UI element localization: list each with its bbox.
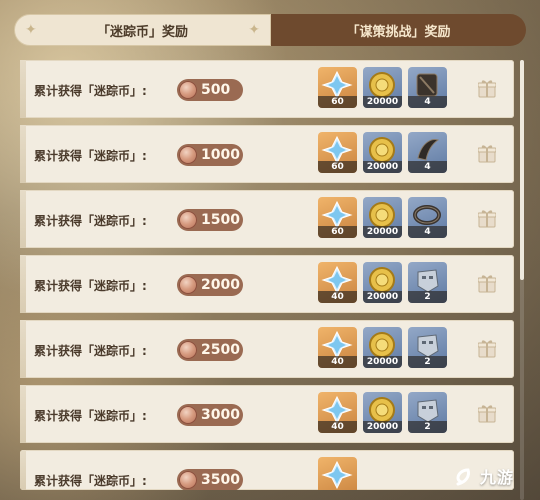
row-label: 累计获得「迷踪币」: xyxy=(34,84,147,98)
watermark-text: 九游 xyxy=(480,468,515,487)
reward-item[interactable]: 20000 xyxy=(363,392,402,433)
reward-items: 40 20000 2 xyxy=(318,262,447,303)
reward-item[interactable]: 2 xyxy=(408,262,447,303)
reward-items: 40 20000 2 xyxy=(318,327,447,368)
primogem-icon xyxy=(321,460,353,490)
reward-item[interactable]: 40 xyxy=(318,392,357,433)
jiuyou-logo-icon xyxy=(456,468,470,486)
coin-amount: 500 xyxy=(201,82,231,98)
coin-amount-pill: 1500 xyxy=(177,209,243,231)
mizong-coin-icon xyxy=(179,406,197,424)
gift-box-icon[interactable] xyxy=(478,143,496,163)
reward-item[interactable]: 4 xyxy=(408,132,447,173)
coin-amount: 2000 xyxy=(201,277,240,293)
reward-item[interactable]: 4 xyxy=(408,67,447,108)
mizong-coin-icon xyxy=(179,341,197,359)
coin-amount-pill: 3500 xyxy=(177,469,243,490)
star-ornament-icon: ✦ xyxy=(248,22,260,38)
reward-row: 累计获得「迷踪币」: 2000 40 20000 2 xyxy=(20,255,514,313)
coin-amount-pill: 2500 xyxy=(177,339,243,361)
reward-row: 累计获得「迷踪币」: 3000 40 20000 2 xyxy=(20,385,514,443)
gift-box-icon[interactable] xyxy=(478,403,496,423)
gift-box-icon[interactable] xyxy=(478,208,496,228)
reward-items xyxy=(318,457,357,490)
reward-item[interactable]: 60 xyxy=(318,132,357,173)
coin-amount: 2500 xyxy=(201,342,240,358)
reward-item[interactable] xyxy=(318,457,357,490)
reward-count: 20000 xyxy=(363,226,402,238)
coin-amount: 1000 xyxy=(201,147,240,163)
mizong-coin-icon xyxy=(179,81,197,99)
reward-count: 4 xyxy=(408,226,447,238)
coin-amount: 1500 xyxy=(201,212,240,228)
reward-count: 2 xyxy=(408,421,447,433)
reward-count: 40 xyxy=(318,421,357,433)
reward-count: 4 xyxy=(408,161,447,173)
reward-count: 60 xyxy=(318,161,357,173)
tab-bar: ✦ 「迷踪币」奖励 ✦ 「谋策挑战」奖励 xyxy=(14,14,526,46)
row-label: 累计获得「迷踪币」: xyxy=(34,214,147,228)
row-label: 累计获得「迷踪币」: xyxy=(34,474,147,488)
reward-row: 累计获得「迷踪币」: 1500 60 20000 4 xyxy=(20,190,514,248)
coin-amount-pill: 500 xyxy=(177,79,243,101)
reward-count: 20000 xyxy=(363,291,402,303)
reward-item[interactable]: 40 xyxy=(318,327,357,368)
reward-count: 20000 xyxy=(363,96,402,108)
coin-amount-pill: 3000 xyxy=(177,404,243,426)
mizong-coin-icon xyxy=(179,211,197,229)
reward-item[interactable]: 2 xyxy=(408,392,447,433)
reward-count: 60 xyxy=(318,96,357,108)
reward-list[interactable]: 累计获得「迷踪币」: 500 60 20000 4 累计获得「迷踪币」: 100… xyxy=(20,60,514,497)
reward-row: 累计获得「迷踪币」: 2500 40 20000 2 xyxy=(20,320,514,378)
scrollbar[interactable] xyxy=(520,60,524,500)
reward-items: 60 20000 4 xyxy=(318,197,447,238)
gift-box-icon[interactable] xyxy=(478,78,496,98)
reward-item[interactable]: 20000 xyxy=(363,197,402,238)
reward-item[interactable]: 60 xyxy=(318,67,357,108)
reward-count: 2 xyxy=(408,291,447,303)
reward-items: 40 20000 2 xyxy=(318,392,447,433)
row-label: 累计获得「迷踪币」: xyxy=(34,409,147,423)
star-ornament-icon: ✦ xyxy=(25,22,37,38)
gift-box-icon[interactable] xyxy=(478,338,496,358)
reward-item[interactable]: 20000 xyxy=(363,67,402,108)
reward-count: 40 xyxy=(318,291,357,303)
coin-amount-pill: 2000 xyxy=(177,274,243,296)
mizong-coin-icon xyxy=(179,276,197,294)
reward-count: 20000 xyxy=(363,161,402,173)
reward-count: 40 xyxy=(318,356,357,368)
reward-count: 60 xyxy=(318,226,357,238)
row-label: 累计获得「迷踪币」: xyxy=(34,149,147,163)
reward-item[interactable]: 60 xyxy=(318,197,357,238)
tab-label: 「谋策挑战」奖励 xyxy=(346,24,451,40)
scrollbar-thumb[interactable] xyxy=(520,60,524,280)
coin-amount: 3500 xyxy=(201,472,240,488)
watermark-logo: 九游 xyxy=(452,462,524,490)
reward-item[interactable]: 20000 xyxy=(363,262,402,303)
reward-count: 20000 xyxy=(363,356,402,368)
row-label: 累计获得「迷踪币」: xyxy=(34,279,147,293)
row-label: 累计获得「迷踪币」: xyxy=(34,344,147,358)
coin-amount: 3000 xyxy=(201,407,240,423)
reward-row: 累计获得「迷踪币」: 1000 60 20000 4 xyxy=(20,125,514,183)
reward-items: 60 20000 4 xyxy=(318,132,447,173)
reward-items: 60 20000 4 xyxy=(318,67,447,108)
reward-item[interactable]: 2 xyxy=(408,327,447,368)
reward-item[interactable]: 20000 xyxy=(363,132,402,173)
coin-amount-pill: 1000 xyxy=(177,144,243,166)
reward-count: 2 xyxy=(408,356,447,368)
reward-item[interactable]: 4 xyxy=(408,197,447,238)
reward-row: 累计获得「迷踪币」: 500 60 20000 4 xyxy=(20,60,514,118)
reward-count: 20000 xyxy=(363,421,402,433)
tab-moucé-challenge-rewards[interactable]: 「谋策挑战」奖励 xyxy=(271,14,526,46)
reward-item[interactable]: 20000 xyxy=(363,327,402,368)
tab-mizongbi-rewards[interactable]: ✦ 「迷踪币」奖励 ✦ xyxy=(14,14,271,46)
gift-box-icon[interactable] xyxy=(478,273,496,293)
tab-label: 「迷踪币」奖励 xyxy=(96,24,188,40)
reward-count: 4 xyxy=(408,96,447,108)
reward-item[interactable]: 40 xyxy=(318,262,357,303)
mizong-coin-icon xyxy=(179,146,197,164)
reward-row: 累计获得「迷踪币」: 3500 xyxy=(20,450,514,490)
mizong-coin-icon xyxy=(179,471,197,489)
